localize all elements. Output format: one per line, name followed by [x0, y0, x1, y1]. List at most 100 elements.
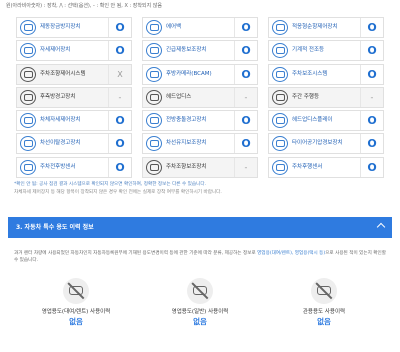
option-column-3: 적응형순항제어장치 O 기계적 전조등 O 주차보조시스템 O 주간 주행등 - 헤드업디스플레…	[268, 17, 384, 180]
option-value: O	[108, 18, 131, 37]
option-row: 에어백 O	[142, 17, 258, 38]
tire-pressure-icon	[272, 136, 288, 152]
usage-item-label: 관용용도 사용이력	[302, 309, 346, 315]
section-description: 과거 렌터 차량에 사용되었던 자동차인지 자동차등록원부에 기재된 용도변경이…	[14, 250, 390, 264]
usage-item-value: 없음	[69, 317, 83, 326]
parking-sensor-icon	[20, 159, 36, 175]
option-value: -	[234, 87, 257, 107]
stability-control-icon	[20, 113, 36, 129]
option-row: 주간 주행등 -	[268, 86, 384, 108]
option-label: 전방충돌경고장치	[166, 117, 207, 124]
option-column-1: 제동장금방지장치 O 자세제어장치 O 주차조향제어시스템 X 후측방경고장치 - 차체자세제어…	[16, 17, 132, 180]
option-value: O	[234, 41, 257, 61]
option-row: 주차후행센서 O	[268, 156, 384, 178]
usage-item-rental: 영업용도(대여/렌트) 사용이력 없음	[36, 278, 116, 327]
option-value: -	[360, 87, 383, 107]
option-value: O	[108, 111, 131, 131]
airbag-icon	[146, 20, 162, 35]
option-label: 타이어공기압경보장치	[292, 140, 343, 147]
option-value: O	[360, 157, 383, 177]
option-label: 제동장금방지장치	[40, 24, 81, 30]
lane-departure-icon	[20, 136, 36, 152]
option-value: O	[234, 111, 257, 131]
option-row: 차체자세제어장치 O	[16, 110, 132, 132]
option-label: 주차후행센서	[292, 163, 323, 170]
option-label: 헤드업디스플레이	[292, 117, 333, 124]
option-row: 주차보조시스템 O	[268, 63, 384, 85]
adaptive-cruise-icon	[272, 20, 288, 35]
usage-item-value: 없음	[317, 317, 331, 326]
option-value: O	[360, 64, 383, 84]
option-row: 제동장금방지장치 O	[16, 17, 132, 38]
option-row: 긴급제동보조장치 O	[142, 40, 258, 62]
option-label: 헤드업디스	[166, 93, 192, 100]
parking-assist-icon	[146, 159, 162, 175]
option-value: O	[108, 134, 131, 154]
headlamp-icon	[272, 43, 288, 59]
option-value: O	[360, 134, 383, 154]
option-value: O	[108, 157, 131, 177]
rental-car-icon	[63, 278, 89, 304]
usage-item-label: 영업용도(일반) 사용이력	[171, 309, 229, 315]
option-label: 에어백	[166, 24, 182, 30]
option-value: -	[234, 157, 257, 177]
option-value: O	[108, 41, 131, 61]
option-label: 주간 주행등	[292, 93, 320, 100]
note-unconfirmed: *확인 안 됨: 공사 점검 결과 시스템으로 확인되지 않으면 확인하여, 정…	[14, 182, 207, 187]
option-label: 자세제어장치	[40, 47, 71, 54]
option-label: 후방카메라(BCAM)	[166, 70, 212, 77]
option-value: O	[360, 41, 383, 61]
usage-item-commercial: 영업용도(일반) 사용이력 없음	[160, 278, 240, 327]
option-row: 차선유지보조장치 O	[142, 133, 258, 155]
option-label: 적응형순항제어장치	[292, 24, 338, 30]
option-label: 주차보조시스템	[292, 70, 328, 77]
option-row: 전방충돌경고장치 O	[142, 110, 258, 132]
option-label: 차체자세제어장치	[40, 117, 81, 124]
usage-item-label: 영업용도(대여/렌트) 사용이력	[41, 309, 111, 315]
option-label: 기계적 전조등	[292, 47, 325, 54]
abs-icon	[20, 20, 36, 35]
option-label: 주차조향보조장치	[166, 163, 207, 170]
option-label: 주차조향제어시스템	[40, 70, 86, 77]
option-row: 자세제어장치 O	[16, 40, 132, 62]
option-row: 주차조향제어시스템 X	[16, 63, 132, 85]
option-label: 주차전후방센서	[40, 163, 76, 170]
option-label: 차선이탈경고장치	[40, 140, 81, 147]
option-value: -	[108, 87, 131, 107]
parking-system-icon	[272, 66, 288, 82]
option-row: 차선이탈경고장치 O	[16, 133, 132, 155]
option-row: 헤드업디스플레이 O	[268, 110, 384, 132]
option-label: 차선유지보조장치	[166, 140, 207, 147]
option-row: 주차조향보조장치 -	[142, 156, 258, 178]
option-value: O	[360, 111, 383, 131]
option-row: 헤드업디스 -	[142, 86, 258, 108]
rear-sensor-icon	[272, 159, 288, 175]
option-value: O	[360, 18, 383, 37]
section-header[interactable]: 3. 자동차 특수 용도 이력 정보	[8, 217, 392, 238]
option-column-2: 에어백 O 긴급제동보조장치 O 후방카메라(BCAM) O 헤드업디스 - 전방충돌경고장치 O…	[142, 17, 258, 180]
hud-icon	[272, 113, 288, 129]
usage-item-government: 관용용도 사용이력 없음	[284, 278, 364, 327]
lane-keep-icon	[146, 136, 162, 152]
rear-camera-icon	[146, 66, 162, 82]
option-row: 후방카메라(BCAM) O	[142, 63, 258, 85]
option-value: O	[234, 64, 257, 84]
section-title: 3. 자동차 특수 용도 이력 정보	[16, 224, 94, 231]
option-value: O	[234, 134, 257, 154]
legend-text: 원(아라비아숫자) : 장착, /\ : 선택(옵션), - : 확인 안 됨,…	[6, 3, 162, 9]
forward-collision-icon	[146, 113, 162, 129]
chevron-up-icon[interactable]	[376, 222, 386, 232]
option-row: 타이어공기압경보장치 O	[268, 133, 384, 155]
parking-steering-icon	[20, 66, 36, 82]
note-disclaimer: 차체자세 제어장치 등 해당 항목이 장착되지 않은 경우 확인 전에는 실제로…	[14, 190, 222, 195]
usage-item-value: 없음	[193, 317, 207, 326]
description-text: 과거 렌터 차량에 사용되었던 자동차인지 자동차등록원부에 기재된 용도변경이…	[14, 251, 258, 256]
option-row: 기계적 전조등 O	[268, 40, 384, 62]
esc-icon	[20, 43, 36, 59]
head-up-display-icon	[146, 89, 162, 105]
daytime-light-icon	[272, 89, 288, 105]
option-label: 긴급제동보조장치	[166, 47, 207, 54]
description-link[interactable]: 영업용(대여/렌트), 영업용(택시 등)	[257, 251, 325, 256]
option-row: 적응형순항제어장치 O	[268, 17, 384, 38]
blind-spot-icon	[20, 89, 36, 105]
